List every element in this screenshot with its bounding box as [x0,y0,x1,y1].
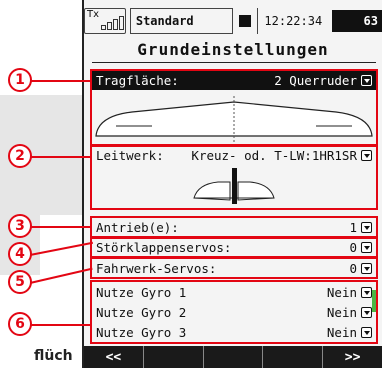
callout-5: 5 [8,270,32,294]
callout-6: 6 [8,312,32,336]
callout-1: 1 [8,68,32,92]
callout-3: 3 [8,214,32,238]
status-bar: Tx Standard 12:22:34 63 [84,6,382,36]
highlight-box-2 [90,144,378,210]
bottom-nav-bar: << >> [84,346,382,368]
next-page-button[interactable]: >> [323,346,382,368]
highlight-box-3 [90,216,378,238]
title-divider [92,62,376,63]
page-title: Grundeinstellungen [137,40,329,59]
leader-line-6 [30,324,92,326]
battery-indicator: 63 [332,10,382,32]
tx-label: Tx [87,9,100,20]
callout-2: 2 [8,144,32,168]
leader-line-1 [30,80,92,82]
clock: 12:22:34 [257,8,328,34]
model-name: Standard [129,8,234,34]
background-text: flüch [34,348,73,364]
softkey-2[interactable] [144,346,204,368]
highlight-box-6 [90,280,378,344]
softkey-4[interactable] [263,346,324,368]
highlight-box-1 [90,69,378,147]
callout-4: 4 [8,242,32,266]
highlight-box-4 [90,237,378,258]
leader-line-2 [30,156,92,158]
softkey-3[interactable] [204,346,264,368]
highlight-box-5 [90,257,378,279]
signal-strength-icon: Tx [84,8,126,34]
leader-line-3 [30,226,92,228]
status-square-icon [239,15,252,27]
prev-page-button[interactable]: << [84,346,144,368]
